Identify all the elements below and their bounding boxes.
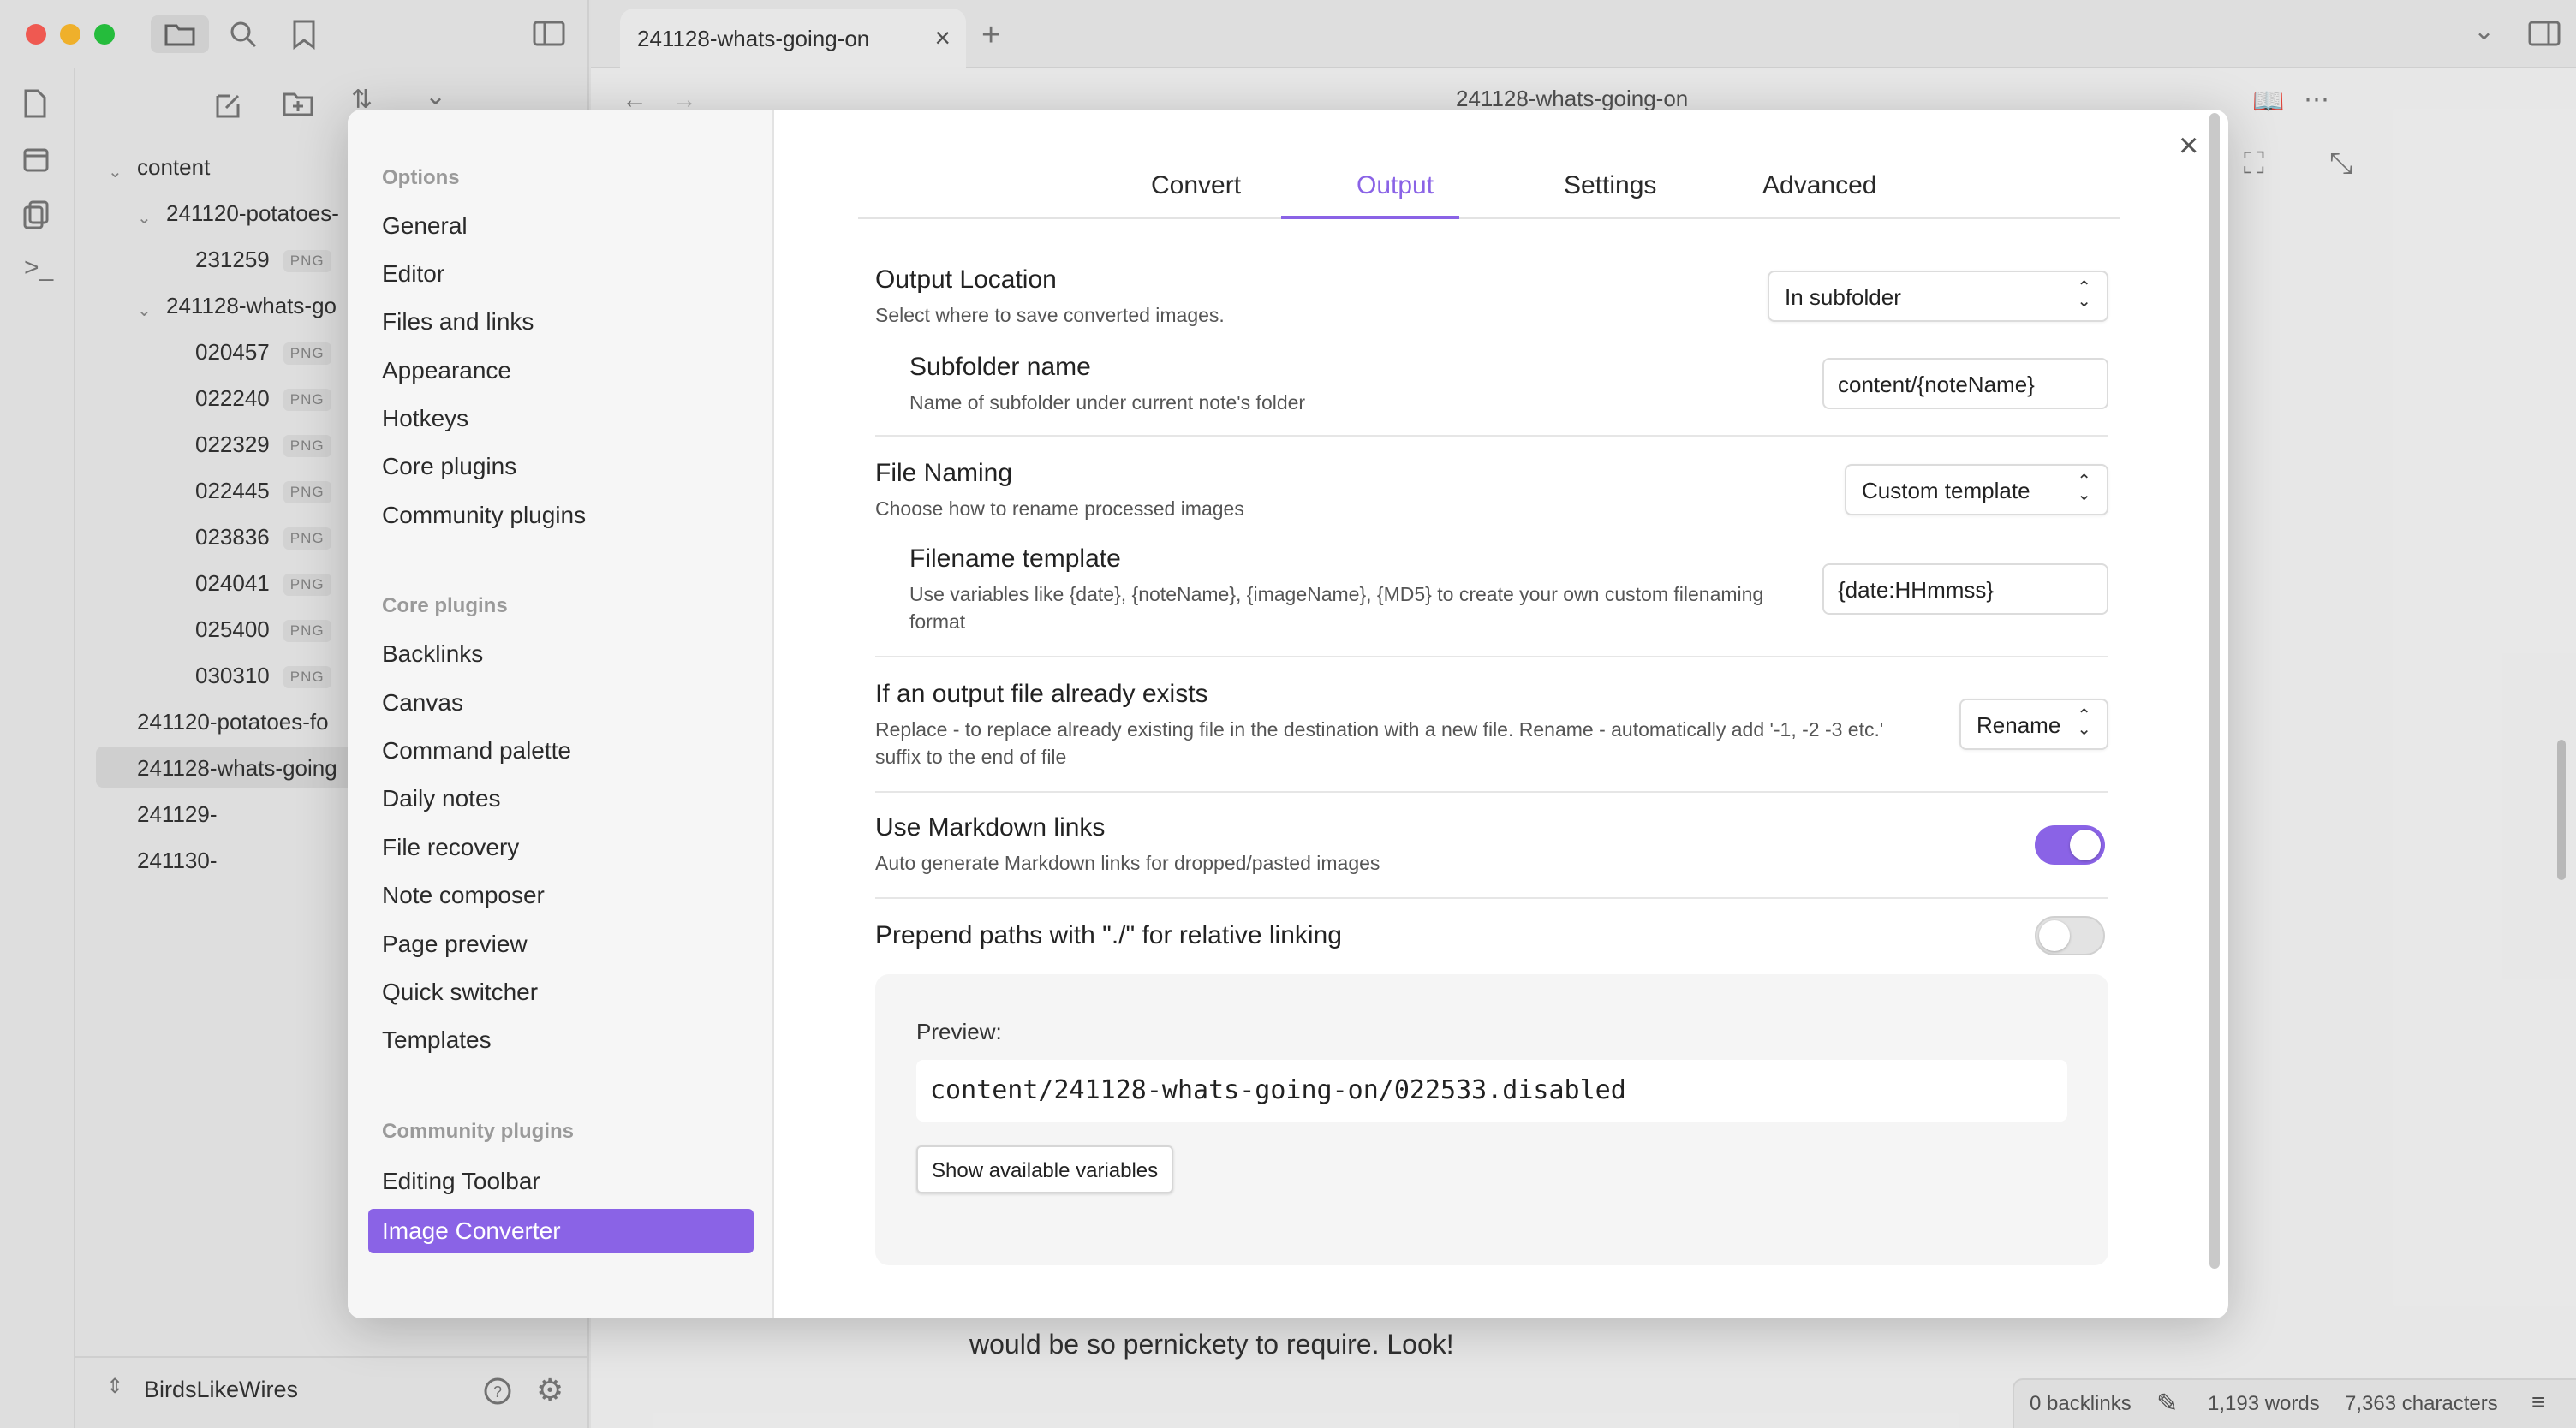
filename-template-name: Filename template [909,544,1121,573]
show-variables-button[interactable]: Show available variables [916,1145,1174,1193]
file-naming-desc: Choose how to rename processed images [875,497,1244,520]
file-naming-name: File Naming [875,459,1013,487]
output-location-desc: Select where to save converted images. [875,304,1225,326]
active-tab-indicator [1281,216,1459,219]
toggle-knob [2070,830,2101,860]
settings-nav-file-recovery[interactable]: File recovery [382,834,519,861]
subfolder-name-value: content/{noteName} [1838,372,2035,397]
file-naming-dropdown[interactable]: Custom template ⌃ ⌄ [1845,464,2108,515]
settings-nav-editing-toolbar[interactable]: Editing Toolbar [382,1168,540,1195]
markdown-links-desc: Auto generate Markdown links for dropped… [875,852,1380,874]
select-arrows-icon: ⌃ ⌄ [2077,278,2091,311]
tab-convert[interactable]: Convert [1151,171,1241,200]
preview-label: Preview: [916,1019,1002,1044]
filename-template-value: {date:HHmmss} [1838,577,1995,603]
subfolder-name-name: Subfolder name [909,353,1091,381]
prepend-paths-name: Prepend paths with "./" for relative lin… [875,921,1342,949]
preview-path: content/241128-whats-going-on/022533.dis… [916,1060,2067,1122]
settings-nav-files-and-links[interactable]: Files and links [382,308,534,336]
file-exists-dropdown[interactable]: Rename ⌃ ⌄ [1959,699,2108,750]
toggle-knob [2039,920,2070,951]
markdown-links-name: Use Markdown links [875,813,1106,842]
settings-nav-general[interactable]: General [382,212,468,240]
select-arrows-icon: ⌃ ⌄ [2077,706,2091,739]
settings-nav-appearance[interactable]: Appearance [382,357,511,384]
core-plugins-heading: Core plugins [382,594,508,617]
plugin-tabs: Convert Output Settings Advanced [858,161,2120,219]
settings-divider [875,791,2108,793]
settings-nav-command-palette[interactable]: Command palette [382,737,571,765]
subfolder-name-input[interactable]: content/{noteName} [1822,358,2108,409]
community-plugins-heading: Community plugins [382,1120,574,1143]
settings-nav-image-converter[interactable]: Image Converter [368,1209,754,1253]
settings-nav-core-plugins[interactable]: Core plugins [382,453,516,480]
settings-nav-note-composer[interactable]: Note composer [382,882,545,909]
settings-sidebar: Options General Editor Files and links A… [348,110,774,1318]
filename-template-input[interactable]: {date:HHmmss} [1822,563,2108,615]
file-naming-value: Custom template [1862,478,2030,503]
settings-modal: Options General Editor Files and links A… [348,110,2228,1318]
tab-output[interactable]: Output [1357,171,1434,200]
preview-panel: Preview: content/241128-whats-going-on/0… [875,974,2108,1265]
settings-nav-backlinks[interactable]: Backlinks [382,640,483,668]
prepend-paths-toggle[interactable] [2035,916,2105,955]
settings-divider [875,897,2108,899]
settings-divider [875,435,2108,437]
settings-nav-editor[interactable]: Editor [382,260,444,288]
tab-settings[interactable]: Settings [1564,171,1656,200]
file-exists-desc: Replace - to replace already existing fi… [875,718,1884,768]
settings-nav-community-plugins[interactable]: Community plugins [382,502,586,529]
subfolder-name-desc: Name of subfolder under current note's f… [909,391,1306,414]
output-location-value: In subfolder [1785,284,1901,310]
settings-nav-daily-notes[interactable]: Daily notes [382,785,501,812]
filename-template-desc: Use variables like {date}, {noteName}, {… [909,583,1764,633]
tab-advanced[interactable]: Advanced [1762,171,1876,200]
settings-nav-templates[interactable]: Templates [382,1026,492,1054]
output-location-dropdown[interactable]: In subfolder ⌃ ⌄ [1768,271,2108,322]
modal-scrollbar[interactable] [2209,113,2220,1269]
select-arrows-icon: ⌃ ⌄ [2077,472,2091,504]
file-exists-name: If an output file already exists [875,680,1208,708]
close-icon[interactable]: × [2179,127,2198,165]
settings-nav-canvas[interactable]: Canvas [382,689,463,717]
output-location-name: Output Location [875,265,1057,294]
options-heading: Options [382,166,460,189]
markdown-links-toggle[interactable] [2035,825,2105,865]
settings-nav-quick-switcher[interactable]: Quick switcher [382,979,538,1006]
file-exists-value: Rename [1977,712,2061,738]
settings-nav-page-preview[interactable]: Page preview [382,931,528,958]
settings-divider [875,656,2108,657]
settings-nav-hotkeys[interactable]: Hotkeys [382,405,468,432]
settings-nav-image-converter-label: Image Converter [382,1217,561,1244]
